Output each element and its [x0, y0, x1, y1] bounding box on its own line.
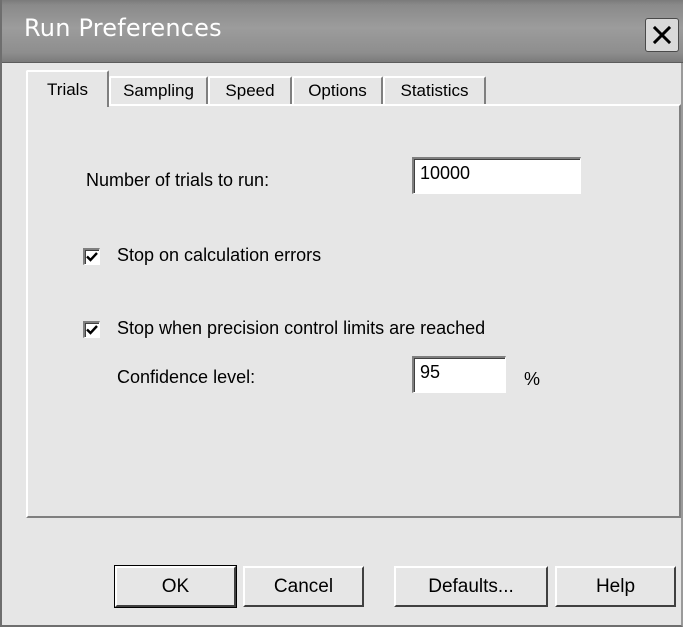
stop-precision-checkbox[interactable]: [83, 321, 100, 338]
tab-statistics[interactable]: Statistics: [383, 76, 486, 104]
run-preferences-dialog: Run Preferences Trials Sampling Speed Op…: [0, 0, 683, 627]
confidence-unit: %: [524, 369, 541, 389]
dialog-title: Run Preferences: [24, 14, 222, 42]
checkmark-icon: [86, 325, 98, 335]
title-bar[interactable]: Run Preferences: [2, 0, 683, 63]
cancel-button[interactable]: Cancel: [243, 566, 364, 607]
tab-sampling-label: Sampling: [123, 81, 194, 100]
ok-button-label: OK: [161, 575, 190, 597]
stop-precision-label[interactable]: Stop when precision control limits are r…: [117, 318, 485, 339]
num-trials-input[interactable]: 10000: [412, 157, 581, 194]
ok-button[interactable]: OK: [114, 565, 237, 608]
close-icon: [652, 25, 672, 45]
help-button-label: Help: [595, 575, 636, 597]
tab-statistics-label: Statistics: [400, 81, 469, 100]
num-trials-label: Number of trials to run:: [86, 170, 270, 190]
tab-trials[interactable]: Trials: [26, 70, 109, 107]
close-button[interactable]: [645, 18, 679, 52]
confidence-level-input[interactable]: 95: [412, 356, 506, 393]
tab-trials-label: Trials: [47, 79, 88, 99]
defaults-button-label: Defaults...: [428, 575, 514, 597]
trials-panel: [26, 104, 681, 518]
confidence-level-label: Confidence level:: [117, 367, 256, 387]
defaults-button[interactable]: Defaults...: [394, 566, 548, 607]
checkmark-icon: [86, 252, 98, 262]
tab-speed[interactable]: Speed: [208, 76, 292, 104]
tab-options[interactable]: Options: [292, 76, 383, 104]
cancel-button-label: Cancel: [273, 575, 334, 597]
tab-sampling[interactable]: Sampling: [109, 76, 208, 104]
stop-calc-errors-label[interactable]: Stop on calculation errors: [117, 245, 321, 266]
tab-speed-label: Speed: [225, 81, 275, 100]
help-button[interactable]: Help: [555, 566, 676, 607]
stop-calc-errors-checkbox[interactable]: [83, 248, 100, 265]
tab-options-label: Options: [308, 81, 367, 100]
